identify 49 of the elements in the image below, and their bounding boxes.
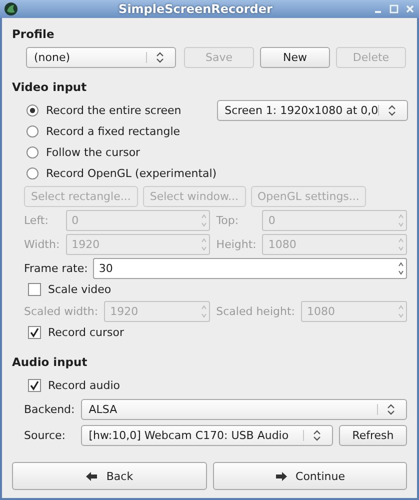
nav-button[interactable]: Continue [212,462,407,490]
section-heading: Profile [12,27,56,41]
radio-label: Follow the cursor [46,146,140,159]
radio-button[interactable] [26,167,39,180]
checkbox[interactable] [28,379,41,392]
field-label: Width: [24,238,60,251]
app-icon [4,2,18,16]
checkbox-label: Record cursor [48,326,124,339]
radio-label: Record the entire screen [46,104,182,117]
radio-button[interactable] [26,125,39,138]
field-label: Backend: [24,403,75,416]
checkbox-label: Record audio [48,379,120,392]
field-label: Top: [216,214,240,227]
field-label: Scaled height: [216,305,295,318]
spin-arrows-icon [200,212,208,229]
spin-arrows-icon [397,303,405,320]
section-heading: Video input [12,80,88,94]
backend-dropdown[interactable]: ALSA [80,399,407,420]
field-label: Frame rate: [24,262,88,275]
minimize-icon [375,11,381,13]
field-label: Source: [24,429,66,442]
arrow-icon [274,470,288,482]
checkbox[interactable] [28,326,41,339]
radio-label: Record a fixed rectangle [46,125,180,138]
checkbox[interactable] [28,283,41,296]
radio-label: Record OpenGL (experimental) [46,167,217,180]
maximize-icon [389,4,399,14]
arrow-icon [85,470,98,482]
spin-arrows-icon [397,236,405,253]
spin-arrows-icon [200,303,208,320]
spin-arrows-icon [200,236,208,253]
spin-arrows-icon [397,260,405,277]
field-label: Left: [24,214,50,227]
profile-button[interactable]: New [260,47,330,68]
field-label: Scaled width: [24,305,98,318]
checkbox-label: Scale video [48,283,112,296]
radio-button[interactable] [26,146,39,159]
profile-dropdown[interactable]: (none) [26,47,176,68]
refresh-button[interactable]: Refresh [339,425,407,446]
source-dropdown[interactable]: [hw:10,0] Webcam C170: USB Audio [80,425,333,446]
window-title: SimpleScreenRecorder [118,2,274,16]
nav-button[interactable]: Back [12,462,206,490]
field-label: Height: [216,238,256,251]
radio-button[interactable] [26,104,39,117]
spin-arrows-icon [397,212,405,229]
close-icon [405,4,415,14]
screen-dropdown[interactable]: Screen 1: 1920x1080 at 0,0 [216,100,408,121]
section-heading: Audio input [12,355,88,369]
number-field[interactable]: 30 [92,258,407,279]
